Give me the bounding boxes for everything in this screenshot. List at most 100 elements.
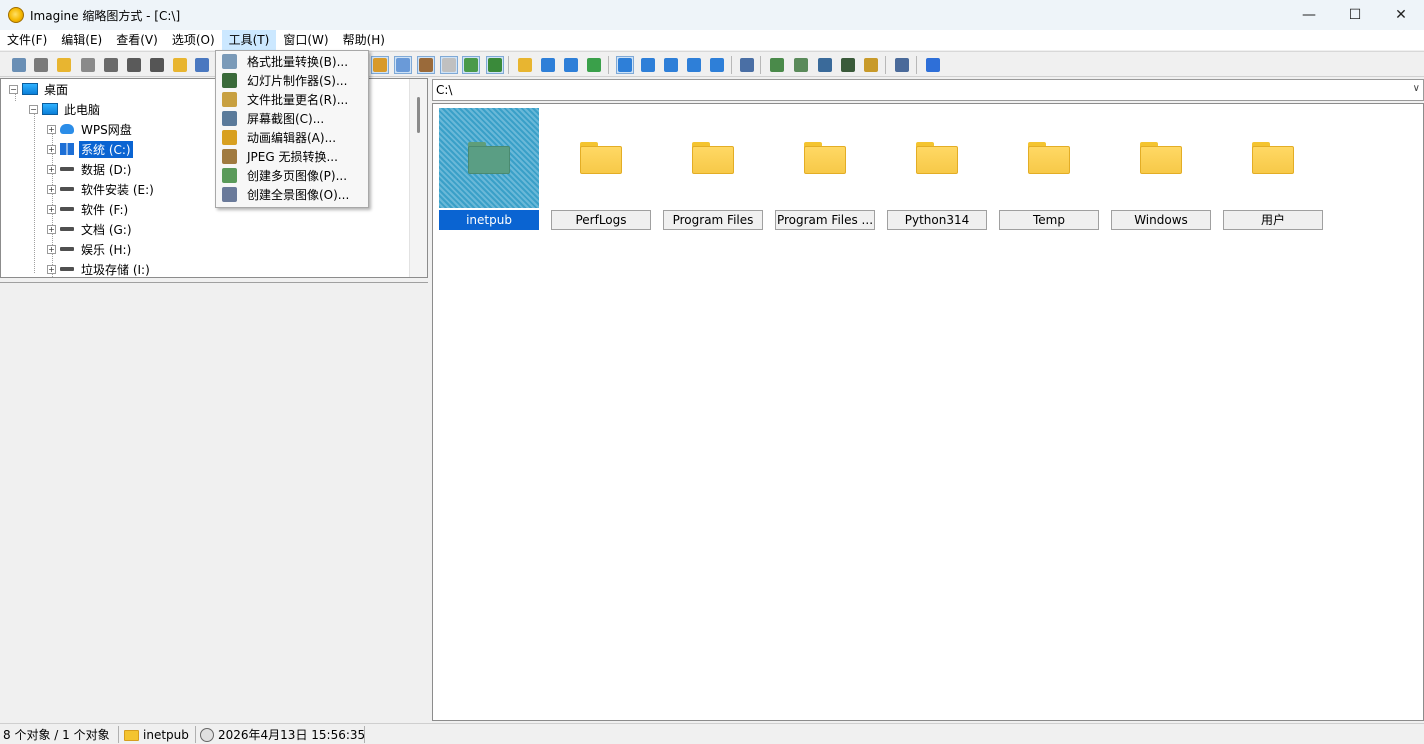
slideshow-button[interactable] <box>792 56 810 74</box>
tree-item-drive[interactable]: + 系统 (C:) <box>47 139 134 159</box>
collapse-icon[interactable]: − <box>29 104 38 114</box>
back-arrow-button[interactable] <box>539 56 557 74</box>
smalls-view-icon-button[interactable] <box>639 56 657 74</box>
tree-scrollbar[interactable] <box>409 79 427 277</box>
menu-view[interactable]: 查看(V) <box>109 30 165 50</box>
thumbnail-image[interactable] <box>1111 108 1211 208</box>
tree-item-drive[interactable]: + 娱乐 (H:) <box>47 239 133 259</box>
thumbnail-image[interactable] <box>551 108 651 208</box>
menu-edit[interactable]: 编辑(E) <box>54 30 109 50</box>
tree-item-drive[interactable]: + 数据 (D:) <box>47 159 133 179</box>
eye-button[interactable] <box>10 56 28 74</box>
larges-view-icon-button[interactable] <box>616 56 634 74</box>
details-view-button[interactable] <box>685 56 703 74</box>
tree-item-desktop[interactable]: − 桌面 <box>9 79 70 99</box>
tree-item-this-pc[interactable]: − 此电脑 <box>29 99 102 119</box>
tree-item-drive[interactable]: + 垃圾存储 (I:) <box>47 259 152 277</box>
browse-button[interactable] <box>32 56 50 74</box>
thumbnail-image[interactable] <box>1223 108 1323 208</box>
menu-item-slideshow-maker[interactable]: 幻灯片制作器(S)... <box>216 71 368 90</box>
folder-thumbnail[interactable]: PerfLogs <box>551 108 651 230</box>
thumbnail-label[interactable]: inetpub <box>439 210 539 230</box>
help-button[interactable] <box>924 56 942 74</box>
thumbnail-image[interactable] <box>887 108 987 208</box>
folder-thumbnail[interactable]: Python314 <box>887 108 987 230</box>
folder-thumbnail[interactable]: Temp <box>999 108 1099 230</box>
panel-button[interactable] <box>417 56 435 74</box>
menu-item-jpeg-lossless[interactable]: JPEG 无损转换... <box>216 147 368 166</box>
expand-icon[interactable]: + <box>47 204 56 214</box>
wrench-button[interactable] <box>738 56 756 74</box>
screenshot-button[interactable] <box>816 56 834 74</box>
path-input[interactable]: C:\ <box>436 83 452 97</box>
menu-tools[interactable]: 工具(T) <box>221 30 277 50</box>
thumbnail-image[interactable] <box>439 108 539 208</box>
maximize-button[interactable]: ☐ <box>1332 0 1378 30</box>
grid-view-button[interactable] <box>440 56 458 74</box>
folder-thumbnail[interactable]: Program Files ... <box>775 108 875 230</box>
notes-button[interactable] <box>893 56 911 74</box>
thumbnail-image[interactable] <box>999 108 1099 208</box>
folder-thumbnail[interactable]: Windows <box>1111 108 1211 230</box>
up-folder-button[interactable] <box>516 56 534 74</box>
tree-item-drive[interactable]: + WPS网盘 <box>47 119 134 139</box>
expand-icon[interactable]: + <box>47 244 56 254</box>
list-view-button[interactable] <box>662 56 680 74</box>
expand-icon[interactable]: + <box>47 144 56 154</box>
copy-button[interactable] <box>79 56 97 74</box>
expand-icon[interactable]: + <box>47 184 56 194</box>
print-button[interactable] <box>102 56 120 74</box>
thumbnail-label[interactable]: Program Files <box>663 210 763 230</box>
thumbnail-label[interactable]: PerfLogs <box>551 210 651 230</box>
expand-icon[interactable]: + <box>47 224 56 234</box>
thumbnail-label[interactable]: 用户 <box>1223 210 1323 230</box>
menu-item-multipage[interactable]: 创建多页图像(P)... <box>216 166 368 185</box>
menu-window[interactable]: 窗口(W) <box>276 30 335 50</box>
circle-button[interactable] <box>394 56 412 74</box>
new-folder-button[interactable] <box>171 56 189 74</box>
info-button[interactable] <box>125 56 143 74</box>
tree-button[interactable] <box>371 56 389 74</box>
collapse-icon[interactable]: − <box>9 84 18 94</box>
menu-item-animation-editor[interactable]: 动画编辑器(A)... <box>216 128 368 147</box>
fit-button[interactable] <box>462 56 480 74</box>
rename-button[interactable] <box>193 56 211 74</box>
tree-item-drive[interactable]: + 文档 (G:) <box>47 219 134 239</box>
close-button[interactable]: ✕ <box>1378 0 1424 30</box>
thumbnail-label[interactable]: Windows <box>1111 210 1211 230</box>
minimize-button[interactable]: — <box>1286 0 1332 30</box>
thumbnail-view[interactable]: inetpub PerfLogs Program Files Program File… <box>432 103 1424 721</box>
chevron-down-icon[interactable]: ∨ <box>1413 83 1420 94</box>
image-button[interactable] <box>486 56 504 74</box>
menu-item-panorama[interactable]: 创建全景图像(O)... <box>216 185 368 204</box>
folder-thumbnail[interactable]: inetpub <box>439 108 539 230</box>
menu-file[interactable]: 文件(F) <box>0 30 54 50</box>
thumbnail-label[interactable]: Program Files ... <box>775 210 875 230</box>
folder-thumbnail[interactable]: 用户 <box>1223 108 1323 230</box>
open-folder-button[interactable] <box>55 56 73 74</box>
thumbnail-image[interactable] <box>775 108 875 208</box>
table-view-button[interactable] <box>708 56 726 74</box>
camera-button[interactable] <box>148 56 166 74</box>
forward-arrow-button[interactable] <box>562 56 580 74</box>
thumbnail-label[interactable]: Temp <box>999 210 1099 230</box>
menu-options[interactable]: 选项(O) <box>165 30 222 50</box>
thumbnail-image[interactable] <box>663 108 763 208</box>
menu-item-batch-convert[interactable]: 格式批量转换(B)... <box>216 52 368 71</box>
menu-item-screen-capture[interactable]: 屏幕截图(C)... <box>216 109 368 128</box>
expand-icon[interactable]: + <box>47 164 56 174</box>
path-bar[interactable]: C:\ ∨ <box>432 79 1424 101</box>
edit-button[interactable] <box>862 56 880 74</box>
filmstrip-button[interactable] <box>839 56 857 74</box>
refresh-button[interactable] <box>585 56 603 74</box>
expand-icon[interactable]: + <box>47 264 56 274</box>
folder-thumbnail[interactable]: Program Files <box>663 108 763 230</box>
thumbnail-label[interactable]: Python314 <box>887 210 987 230</box>
tree-item-drive[interactable]: + 软件安装 (E:) <box>47 179 156 199</box>
expand-icon[interactable]: + <box>47 124 56 134</box>
menu-item-batch-rename[interactable]: 文件批量更名(R)... <box>216 90 368 109</box>
menu-help[interactable]: 帮助(H) <box>336 30 392 50</box>
convert-button[interactable] <box>768 56 786 74</box>
tree-item-drive[interactable]: + 软件 (F:) <box>47 199 130 219</box>
tree-scroll-thumb[interactable] <box>417 97 420 133</box>
